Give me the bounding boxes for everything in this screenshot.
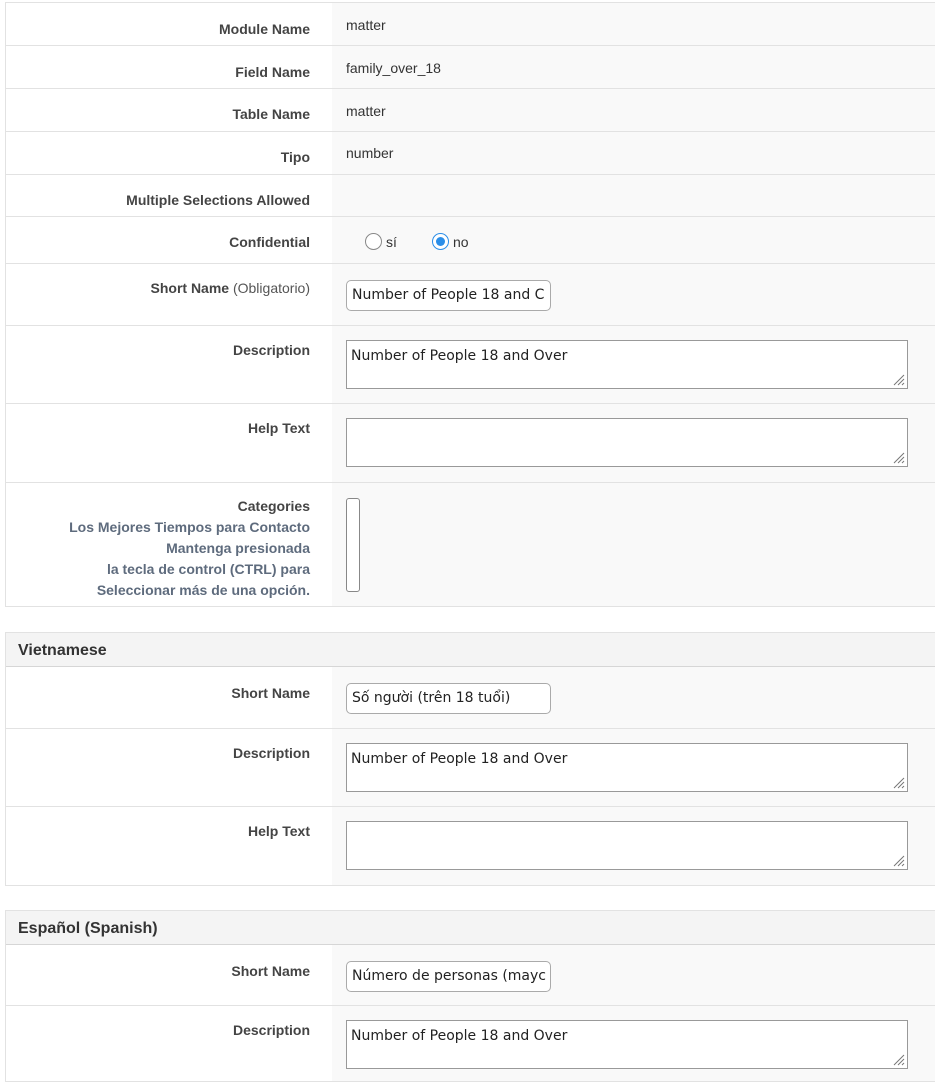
categories-help-line: Seleccionar más de una opción.: [96, 582, 310, 598]
tipo-label: Tipo: [280, 149, 310, 165]
confidential-label: Confidential: [229, 234, 310, 250]
resize-grip-icon[interactable]: [891, 450, 905, 464]
help-text-textarea[interactable]: [346, 418, 908, 467]
categories-help-line: Los Mejores Tiempos para Contacto: [69, 519, 310, 535]
short-name-row: Short Name (Obligatorio) Number of Peopl…: [6, 264, 935, 326]
module-name-label: Module Name: [218, 21, 310, 37]
es-short-name-row: Short Name Número de personas (mayc: [6, 945, 935, 1006]
vi-help-text-textarea[interactable]: [346, 821, 908, 870]
spanish-header: Español (Spanish): [6, 911, 935, 945]
vi-description-text: Number of People 18 and Over: [351, 751, 568, 767]
vi-short-name-row: Short Name Số người (trên 18 tuổi): [6, 667, 935, 729]
es-description-text: Number of People 18 and Over: [351, 1028, 568, 1044]
vietnamese-title: Vietnamese: [18, 642, 107, 659]
help-text-label: Help Text: [248, 420, 310, 436]
categories-multiselect[interactable]: [346, 498, 360, 592]
multiple-selections-label: Multiple Selections Allowed: [126, 192, 310, 208]
es-short-name-label: Short Name: [231, 963, 310, 979]
field-name-label: Field Name: [235, 64, 310, 80]
es-short-name-input[interactable]: Número de personas (mayc: [346, 961, 551, 992]
vi-description-row: Description Number of People 18 and Over: [6, 729, 935, 807]
vi-short-name-input[interactable]: Số người (trên 18 tuổi): [346, 683, 551, 714]
es-description-row: Description Number of People 18 and Over: [6, 1006, 935, 1081]
module-name-value: matter: [346, 17, 386, 33]
vietnamese-header: Vietnamese: [6, 633, 935, 667]
confidential-si-radio[interactable]: [365, 233, 382, 250]
description-textarea[interactable]: Number of People 18 and Over: [346, 340, 908, 389]
description-label: Description: [232, 342, 310, 358]
short-name-label-group: Short Name (Obligatorio): [151, 280, 311, 296]
confidential-row: Confidential sí no: [6, 217, 935, 264]
categories-help: Los Mejores Tiempos para Contacto Manten…: [69, 517, 310, 601]
vi-help-text-label: Help Text: [248, 823, 310, 839]
multiple-selections-row: Multiple Selections Allowed: [6, 175, 935, 217]
vi-description-textarea[interactable]: Number of People 18 and Over: [346, 743, 908, 792]
categories-label: Categories: [237, 498, 310, 514]
table-name-label: Table Name: [232, 106, 310, 122]
resize-grip-icon[interactable]: [891, 853, 905, 867]
field-name-row: Field Name family_over_18: [6, 46, 935, 89]
es-description-textarea[interactable]: Number of People 18 and Over: [346, 1020, 908, 1069]
short-name-input[interactable]: Number of People 18 and C: [346, 280, 551, 311]
vi-description-label: Description: [232, 745, 310, 761]
resize-grip-icon[interactable]: [891, 372, 905, 386]
resize-grip-icon[interactable]: [891, 1052, 905, 1066]
table-name-value: matter: [346, 103, 386, 119]
vi-help-text-row: Help Text: [6, 807, 935, 885]
description-row: Description Number of People 18 and Over: [6, 326, 935, 404]
confidential-no-label: no: [453, 234, 469, 250]
confidential-si-label: sí: [386, 234, 397, 250]
es-description-label: Description: [232, 1022, 310, 1038]
spanish-title: Español (Spanish): [18, 920, 158, 937]
table-name-row: Table Name matter: [6, 89, 935, 132]
tipo-row: Tipo number: [6, 132, 935, 175]
short-name-label: Short Name: [150, 280, 230, 296]
categories-help-line: la tecla de control (CTRL) para: [106, 561, 310, 577]
spanish-panel: Español (Spanish) Short Name Número de p…: [5, 910, 935, 1082]
confidential-no-radio[interactable]: [432, 233, 449, 250]
resize-grip-icon[interactable]: [891, 775, 905, 789]
module-name-row: Module Name matter: [6, 3, 935, 46]
field-name-value: family_over_18: [346, 60, 441, 76]
vietnamese-panel: Vietnamese Short Name Số người (trên 18 …: [5, 632, 935, 886]
categories-help-line: Mantenga presionada: [166, 540, 310, 556]
vi-short-name-label: Short Name: [231, 685, 310, 701]
help-text-row: Help Text: [6, 404, 935, 483]
required-indicator: (Obligatorio): [232, 280, 310, 296]
tipo-value: number: [346, 145, 394, 161]
field-properties-panel: Module Name matter Field Name family_ove…: [5, 2, 935, 607]
categories-row: Categories Los Mejores Tiempos para Cont…: [6, 483, 935, 606]
description-text: Number of People 18 and Over: [351, 348, 568, 364]
